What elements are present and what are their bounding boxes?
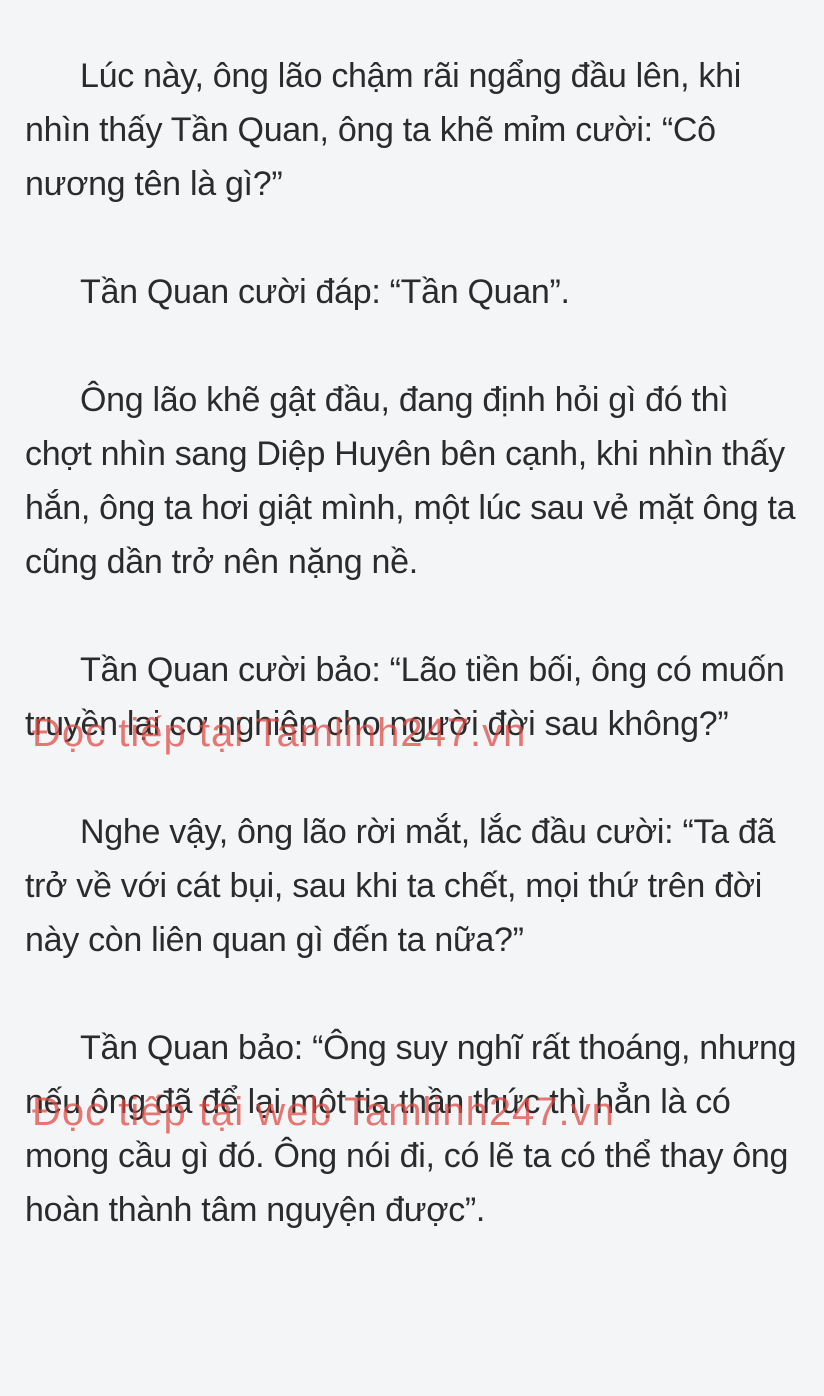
paragraph-3: Ông lão khẽ gật đầu, đang định hỏi gì đó…: [25, 381, 796, 581]
story-text: Lúc này, ông lão chậm rãi ngẩng đầu lên,…: [25, 49, 800, 1237]
paragraph-1: Lúc này, ông lão chậm rãi ngẩng đầu lên,…: [25, 57, 741, 203]
paragraph-5: Nghe vậy, ông lão rời mắt, lắc đầu cười:…: [25, 813, 776, 959]
paragraph-4: Tần Quan cười bảo: “Lão tiền bối, ông có…: [25, 651, 785, 743]
paragraph-6: Tần Quan bảo: “Ông suy nghĩ rất thoáng, …: [25, 1029, 797, 1229]
paragraph-2: Tần Quan cười đáp: “Tần Quan”.: [80, 273, 570, 311]
